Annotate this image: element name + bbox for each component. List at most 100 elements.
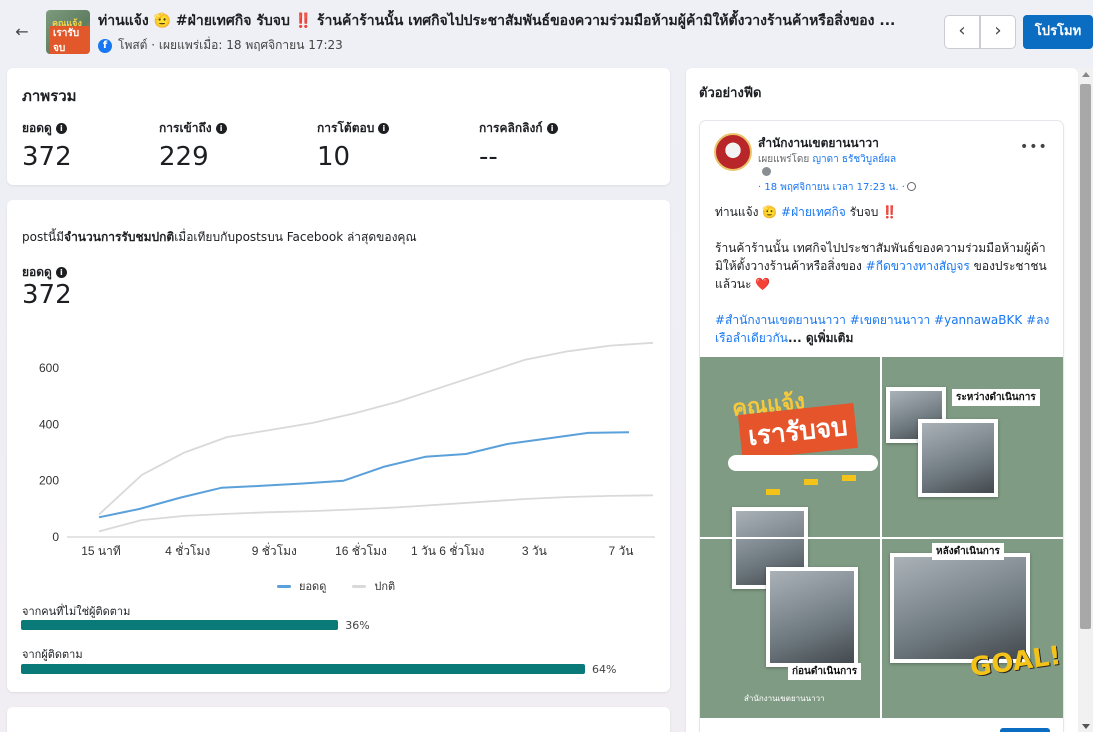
y-tick-label: 0 — [52, 530, 59, 544]
comparison-bold: จำนวนการรับชมปกติ — [64, 230, 175, 244]
post-meta: f โพสต์ · เผยแพร่เมื่อ: 18 พฤศจิกายน 17:… — [98, 36, 343, 55]
non-followers-bar-fill — [21, 620, 339, 630]
see-more-link[interactable]: ... ดูเพิ่มเติม — [788, 331, 853, 345]
views-comparison-card: postนี้มีจำนวนการรับชมปกติเมื่อเทียบกับp… — [7, 200, 670, 692]
legend-item-normal[interactable]: ปกติ — [352, 577, 395, 595]
promote-button[interactable]: โปรโมท — [1023, 15, 1093, 49]
thumbnail-text-bottom: เรารับจบ — [50, 26, 90, 54]
overview-title: ภาพรวม — [22, 87, 77, 105]
scroll-thumb[interactable] — [1080, 84, 1091, 629]
next-post-button[interactable]: › — [980, 15, 1016, 49]
stat-label: การโต้ตอบ — [317, 121, 375, 135]
feed-post: สำนักงานเขตยานนาวา เผยแพร่โดย ญาดา ธรัชว… — [700, 121, 1063, 732]
published-by-prefix: เผยแพร่โดย — [758, 154, 810, 165]
stat-value: 229 — [159, 142, 209, 172]
stat-label: การคลิกลิงก์ — [479, 121, 543, 135]
stat-interactions: การโต้ตอบ i 10 — [317, 119, 390, 172]
partial-blue-button[interactable] — [1000, 728, 1050, 732]
views-line-chart: 0 200 400 600 15 นาที 4 ชั่วโมง 9 ชั่วโมง 16 ชั… — [39, 341, 655, 558]
legend-swatch — [277, 584, 291, 588]
comparison-suffix: เมื่อเทียบกับpostsบน Facebook ล่าสุดของค… — [174, 230, 417, 244]
legend-item-views[interactable]: ยอดดู — [277, 577, 326, 595]
post-body: ท่านแจ้ง 🫡 #ฝ่ายเทศกิจ รับจบ ‼️ ร้านค้าร… — [715, 203, 1050, 365]
feed-preview-card: ตัวอย่างฟีด สำนักงานเขตยานนาวา เผยแพร่โด… — [686, 68, 1078, 732]
x-tick-label: 3 วัน — [522, 544, 547, 558]
x-tick-label: 9 ชั่วโมง — [252, 542, 297, 558]
legend-label: ยอดดู — [299, 580, 327, 593]
image-search-bar — [728, 455, 878, 471]
info-icon[interactable]: i — [215, 123, 227, 134]
stat-label: การเข้าถึง — [159, 121, 212, 135]
y-tick-label: 200 — [39, 474, 59, 488]
post-line-1-suffix: รับจบ ‼️ — [845, 205, 898, 219]
info-icon[interactable]: i — [55, 123, 67, 134]
views-value: 372 — [22, 280, 72, 310]
x-tick-label: 16 ชั่วโมง — [335, 542, 387, 558]
x-tick-label: 1 วัน 6 ชั่วโมง — [411, 542, 484, 558]
info-icon[interactable]: i — [546, 123, 558, 134]
followers-bar — [21, 664, 625, 674]
post-hashtags: #สำนักงานเขตยานนาวา #เขตยานนาวา #yannawa… — [715, 311, 1050, 347]
image-photo — [766, 567, 858, 667]
non-followers-bar — [21, 620, 625, 630]
scroll-down-arrow-icon[interactable] — [1082, 724, 1090, 729]
page-avatar[interactable] — [714, 133, 752, 171]
post-time[interactable]: · 18 พฤศจิกายน เวลา 17:23 น. · — [758, 180, 916, 195]
followers-bar-fill — [21, 664, 585, 674]
x-tick-label: 4 ชั่วโมง — [165, 542, 210, 558]
image-arrow — [842, 475, 856, 481]
non-followers-pct: 36% — [345, 619, 370, 632]
image-photo — [918, 419, 998, 497]
y-tick-label: 400 — [39, 417, 59, 431]
next-insights-card — [7, 707, 670, 732]
x-tick-label: 7 วัน — [609, 544, 634, 558]
scrollbar[interactable] — [1078, 68, 1093, 732]
post-meta-text: โพสต์ · เผยแพร่เมื่อ: 18 พฤศจิกายน 17:23 — [118, 38, 343, 52]
image-arrow — [766, 489, 780, 495]
post-title: ท่านแจ้ง 🫡 #ฝ่ายเทศกิจ รับจบ ‼️ ร้านค้าร… — [98, 13, 896, 29]
hashtag-list[interactable]: #สำนักงานเขตยานนาวา #เขตยานนาวา #yannawa… — [715, 313, 1049, 345]
top-bar: ← คุณแจ้ง เรารับจบ ท่านแจ้ง 🫡 #ฝ่ายเทศกิ… — [0, 0, 1093, 64]
stat-views: ยอดดู i 372 — [22, 119, 72, 172]
publisher-avatar — [762, 167, 771, 176]
hashtag-link[interactable]: #ฝ่ายเทศกิจ — [781, 205, 846, 219]
post-thumbnail: คุณแจ้ง เรารับจบ — [46, 10, 90, 54]
image-phrase-before: ก่อนดำเนินการ — [788, 663, 862, 680]
feed-preview-title: ตัวอย่างฟีด — [699, 86, 762, 101]
comparison-prefix: postนี้มี — [22, 230, 65, 244]
hashtag-link[interactable]: #กีดขวางทางสัญจร — [866, 259, 970, 273]
info-icon[interactable]: i — [378, 123, 390, 134]
stat-value: 372 — [22, 142, 72, 172]
post-line-1-prefix: ท่านแจ้ง 🫡 — [715, 205, 782, 219]
published-by-name[interactable]: ญาดา ธรัชวิบูลย์ผล — [812, 154, 896, 165]
scroll-up-arrow-icon[interactable] — [1082, 72, 1090, 77]
image-divider — [700, 537, 1063, 539]
chart-legend: ยอดดู ปกติ — [277, 577, 395, 595]
image-footer: สำนักงานเขตยานนาวา — [744, 694, 825, 703]
previous-post-button[interactable]: ‹ — [944, 15, 980, 49]
published-by: เผยแพร่โดย ญาดา ธรัชวิบูลย์ผล — [758, 152, 896, 167]
legend-swatch — [352, 584, 367, 588]
facebook-icon: f — [98, 38, 112, 53]
post-image[interactable]: คุณแจ้ง เรารับจบ ระหว่างดำเนินการ หลังดำ… — [700, 357, 1063, 718]
x-tick-label: 15 นาที — [81, 544, 121, 558]
back-arrow-icon[interactable]: ← — [12, 22, 32, 42]
series-line-views — [98, 431, 630, 519]
more-options-icon[interactable]: ••• — [1020, 139, 1048, 155]
followers-label: จากผู้ติดตาม — [22, 648, 83, 661]
image-phrase-during: ระหว่างดำเนินการ — [952, 389, 1040, 406]
page-name[interactable]: สำนักงานเขตยานนาวา — [758, 134, 879, 153]
followers-pct: 64% — [592, 663, 617, 676]
stat-reach: การเข้าถึง i 229 — [159, 119, 227, 172]
stat-value: -- — [479, 142, 498, 172]
globe-icon — [906, 182, 916, 191]
post-line-1: ท่านแจ้ง 🫡 #ฝ่ายเทศกิจ รับจบ ‼️ — [715, 203, 1050, 221]
comparison-text: postนี้มีจำนวนการรับชมปกติเมื่อเทียบกับp… — [22, 228, 417, 247]
image-arrow — [804, 479, 818, 485]
post-time-text: · 18 พฤศจิกายน เวลา 17:23 น. · — [758, 182, 905, 193]
info-icon[interactable]: i — [55, 267, 67, 278]
stat-label: ยอดดู — [22, 121, 52, 135]
y-tick-label: 600 — [39, 361, 59, 375]
series-line-normal-upper — [98, 341, 654, 516]
post-paragraph-2: ร้านค้าร้านนั้น เทศกิจไปประชาสัมพันธ์ของ… — [715, 239, 1050, 293]
